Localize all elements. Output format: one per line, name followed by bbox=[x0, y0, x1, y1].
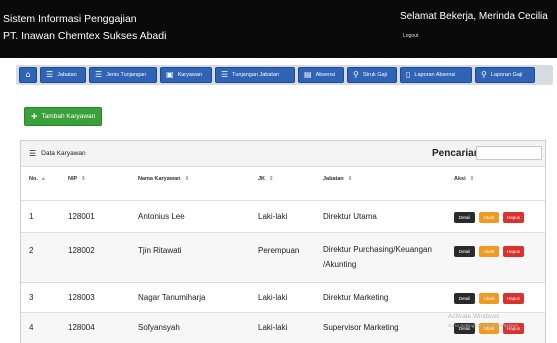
nav-label: Tunjangan Jabatan bbox=[232, 72, 280, 78]
panel-title-text: Data Karyawan bbox=[41, 150, 86, 157]
detail-button[interactable]: Detail bbox=[454, 293, 475, 304]
sort-icon: ⇕ bbox=[81, 176, 86, 182]
id-card-icon: ▣ bbox=[166, 70, 174, 79]
column-label: Nama Karyawan bbox=[138, 176, 181, 182]
add-karyawan-button[interactable]: + Tambah Karyawan bbox=[24, 107, 103, 126]
nav-home-button[interactable]: ⌂ bbox=[19, 67, 37, 83]
column-label: NIP bbox=[68, 176, 78, 182]
delete-button[interactable]: Hapus bbox=[503, 293, 524, 304]
row-actions: Detail Ubah Hapus bbox=[454, 246, 524, 257]
nav-laporan-absensi[interactable]: ▯ Laporan Absensi bbox=[400, 67, 472, 83]
cell-nip: 128002 bbox=[68, 246, 95, 255]
cell-jk: Perempuan bbox=[258, 246, 300, 255]
column-label: No. bbox=[29, 176, 38, 182]
sort-icon: ⇕ bbox=[347, 176, 353, 182]
cell-jk: Laki-laki bbox=[258, 323, 288, 332]
welcome-text: Selamat Bekerja, Merinda Cecilia bbox=[400, 11, 548, 22]
column-label: Aksi bbox=[454, 176, 466, 182]
column-header-jabatan[interactable]: Jabatan ⇕ bbox=[323, 176, 352, 182]
cell-nip: 128001 bbox=[68, 212, 95, 221]
cell-nip: 128003 bbox=[68, 293, 95, 302]
sort-desc-icon: ▴ bbox=[41, 176, 45, 182]
delete-button[interactable]: Hapus bbox=[503, 246, 524, 257]
activate-windows-watermark: Activate Windows bbox=[448, 313, 500, 320]
column-header-aksi[interactable]: Aksi ⇕ bbox=[454, 176, 474, 182]
nav-label: Absensi bbox=[315, 72, 336, 78]
document-icon: ▤ bbox=[304, 70, 312, 79]
cell-jabatan: Direktur Utama bbox=[323, 212, 377, 221]
sort-icon: ⇕ bbox=[269, 176, 274, 182]
plus-icon: + bbox=[31, 110, 38, 123]
add-karyawan-label: Tambah Karyawan bbox=[41, 113, 96, 120]
nav-jenis-tunjangan[interactable]: ☰ Jenis Tunjangan bbox=[89, 67, 157, 83]
nav-label: Jenis Tunjangan bbox=[106, 72, 147, 78]
main-navbar: ⌂ ☰ Jabatan ☰ Jenis Tunjangan ▣ Karyawan… bbox=[16, 65, 553, 85]
nav-struk-gaji[interactable]: ⚲ Struk Gaji bbox=[347, 67, 397, 83]
cell-nama: Sofyansyah bbox=[138, 323, 180, 332]
nav-label: Struk Gaji bbox=[362, 72, 388, 78]
nav-absensi[interactable]: ▤ Absensi bbox=[298, 67, 344, 83]
column-header-jk[interactable]: JK ⇕ bbox=[258, 176, 274, 182]
gift-icon: ⚲ bbox=[353, 70, 359, 79]
cell-nama: Tjin Ritawati bbox=[138, 246, 182, 255]
gift-icon: ⚲ bbox=[481, 70, 487, 79]
column-header-nama[interactable]: Nama Karyawan ⇕ bbox=[138, 176, 189, 182]
nav-jabatan[interactable]: ☰ Jabatan bbox=[40, 67, 86, 83]
nav-label: Laporan Gaji bbox=[490, 72, 523, 78]
cell-jabatan: Direktur Purchasing/Keuangan /Akunting bbox=[323, 245, 432, 269]
app-header: Sistem Informasi Penggajian PT. Inawan C… bbox=[0, 0, 557, 58]
column-header-no[interactable]: No. ▴ bbox=[29, 176, 45, 182]
home-icon: ⌂ bbox=[25, 70, 31, 79]
detail-button[interactable]: Detail bbox=[454, 246, 475, 257]
table-row: 1 128001 Antonius Lee Laki-laki Direktur… bbox=[21, 200, 545, 232]
cell-no: 4 bbox=[29, 323, 34, 332]
column-header-nip[interactable]: NIP ⇕ bbox=[68, 176, 86, 182]
row-actions: Detail Ubah Hapus bbox=[454, 212, 524, 223]
cell-jk: Laki-laki bbox=[258, 293, 288, 302]
app-title-line2: PT. Inawan Chemtex Sukses Abadi bbox=[3, 30, 167, 42]
list-icon: ☰ bbox=[29, 149, 37, 158]
nav-laporan-gaji[interactable]: ⚲ Laporan Gaji bbox=[475, 67, 535, 83]
column-label: JK bbox=[258, 176, 266, 182]
nav-tunjangan-jabatan[interactable]: ☰ Tunjangan Jabatan bbox=[215, 67, 295, 83]
cell-no: 2 bbox=[29, 246, 34, 255]
file-icon: ▯ bbox=[406, 70, 411, 79]
panel-header: ☰ Data Karyawan Pencarian: bbox=[21, 141, 545, 167]
delete-button[interactable]: Hapus bbox=[503, 212, 524, 223]
list-icon: ☰ bbox=[95, 70, 103, 79]
search-input[interactable] bbox=[476, 146, 542, 160]
list-icon: ☰ bbox=[221, 70, 229, 79]
nav-karyawan[interactable]: ▣ Karyawan bbox=[160, 67, 212, 83]
edit-button[interactable]: Ubah bbox=[479, 293, 499, 304]
app-title: Sistem Informasi Penggajian PT. Inawan C… bbox=[3, 11, 166, 45]
row-actions: Detail Ubah Hapus bbox=[454, 293, 524, 304]
table-row: 2 128002 Tjin Ritawati Perempuan Direktu… bbox=[21, 232, 545, 282]
edit-button[interactable]: Ubah bbox=[479, 246, 499, 257]
cell-no: 3 bbox=[29, 293, 34, 302]
sort-icon: ⇕ bbox=[184, 176, 190, 182]
cell-nip: 128004 bbox=[68, 323, 95, 332]
cell-jabatan: Supervisor Marketing bbox=[323, 323, 399, 332]
cell-no: 1 bbox=[29, 212, 34, 221]
table-row: 3 128003 Nagar Tanumiharja Laki-laki Dir… bbox=[21, 282, 545, 312]
list-icon: ☰ bbox=[46, 70, 54, 79]
app-title-line1: Sistem Informasi Penggajian bbox=[3, 13, 137, 25]
nav-label: Jabatan bbox=[57, 72, 77, 78]
nav-label: Karyawan bbox=[177, 72, 203, 78]
activate-windows-hint: Go to Settings to activate Windows. bbox=[448, 323, 520, 328]
nav-label: Laporan Absensi bbox=[414, 72, 456, 78]
cell-jk: Laki-laki bbox=[258, 212, 288, 221]
detail-button[interactable]: Detail bbox=[454, 212, 475, 223]
cell-nama: Nagar Tanumiharja bbox=[138, 293, 206, 302]
panel-title: ☰ Data Karyawan bbox=[29, 149, 86, 158]
sort-icon: ⇕ bbox=[469, 176, 475, 182]
logout-link[interactable]: Logout bbox=[403, 33, 418, 39]
column-label: Jabatan bbox=[323, 176, 344, 182]
cell-nama: Antonius Lee bbox=[138, 212, 185, 221]
edit-button[interactable]: Ubah bbox=[479, 212, 499, 223]
cell-jabatan: Direktur Marketing bbox=[323, 293, 389, 302]
